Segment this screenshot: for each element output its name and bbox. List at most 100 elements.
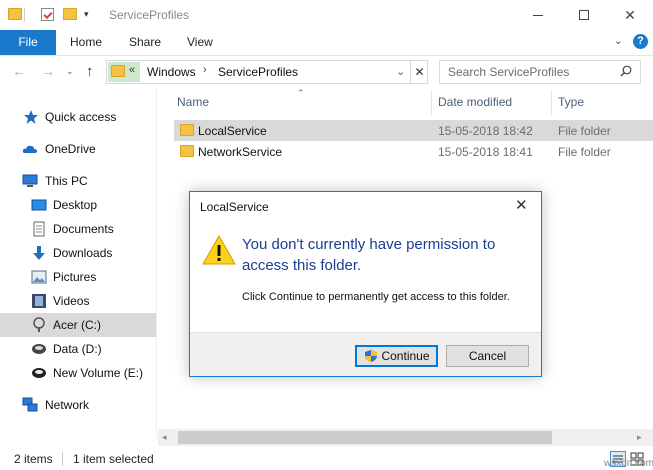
pane-divider[interactable] (156, 88, 157, 438)
address-clear-button[interactable]: ✕ (410, 61, 428, 83)
table-row[interactable]: NetworkService 15-05-2018 18:41 File fol… (174, 141, 653, 162)
folder-icon (111, 65, 125, 77)
ribbon-tabs: File Home Share View ⌄ ? (0, 30, 653, 56)
table-row[interactable]: LocalService 15-05-2018 18:42 File folde… (174, 120, 653, 141)
breadcrumb-serviceprofiles[interactable]: ServiceProfiles (218, 65, 298, 79)
quick-access-toolbar-dropdown[interactable]: ▾ (84, 9, 89, 20)
sidebar-item-label: Data (D:) (53, 342, 102, 356)
column-header-name[interactable]: Name (177, 95, 209, 109)
column-header-type[interactable]: Type (558, 95, 584, 109)
file-date-modified: 15-05-2018 18:41 (438, 145, 533, 159)
status-divider (62, 452, 63, 466)
sidebar-item-label: Videos (53, 294, 90, 308)
sidebar-item-label: New Volume (E:) (53, 366, 144, 380)
forward-button[interactable]: → (41, 63, 55, 79)
sidebar-item-label: Desktop (53, 198, 98, 212)
computer-icon (22, 174, 38, 187)
network-icon (22, 397, 38, 412)
address-bar[interactable]: « Windows › ServiceProfiles ⌄ ✕ (106, 60, 428, 84)
dialog-heading: You don't currently have permission to a… (242, 236, 496, 274)
drive-icon (32, 344, 46, 354)
sidebar-item-desktop[interactable]: Desktop (0, 193, 157, 217)
maximize-button[interactable] (561, 0, 607, 30)
tab-share[interactable]: Share (129, 30, 161, 55)
cancel-button[interactable]: Cancel (446, 345, 529, 367)
file-type: File folder (558, 145, 611, 159)
desktop-icon (31, 199, 47, 211)
videos-icon (32, 294, 46, 308)
folder-icon (8, 8, 22, 20)
breadcrumb-windows[interactable]: Windows (147, 65, 196, 79)
address-dropdown-icon[interactable]: ⌄ (396, 65, 405, 78)
sidebar-item-label: Acer (C:) (53, 318, 101, 332)
breadcrumb-separator-icon[interactable]: › (203, 64, 207, 76)
sidebar-item-network[interactable]: Network (0, 393, 157, 417)
new-folder-icon[interactable] (63, 8, 77, 20)
selection-count: 1 item selected (73, 452, 154, 466)
sidebar-item-label: Quick access (45, 110, 117, 124)
watermark: wsxdn.com (604, 458, 653, 469)
drive-icon (33, 317, 45, 332)
sidebar-item-this-pc[interactable]: This PC (0, 169, 157, 193)
sidebar-item-pictures[interactable]: Pictures (0, 265, 157, 289)
toolbar-divider (24, 8, 25, 22)
sidebar-item-label: This PC (45, 174, 88, 188)
sidebar-item-quick-access[interactable]: Quick access (0, 105, 157, 129)
title-bar: ▾ ServiceProfiles ✕ (0, 0, 653, 30)
documents-icon (33, 221, 45, 237)
file-type: File folder (558, 124, 611, 138)
warning-icon (202, 234, 236, 265)
column-divider[interactable] (431, 90, 432, 116)
horizontal-scrollbar[interactable]: ◂ ▸ (158, 429, 653, 446)
column-divider[interactable] (551, 90, 552, 116)
help-icon[interactable]: ? (633, 34, 648, 49)
sidebar-item-downloads[interactable]: Downloads (0, 241, 157, 265)
minimize-button[interactable] (515, 0, 561, 30)
tab-file[interactable]: File (0, 30, 56, 55)
status-bar: 2 items 1 item selected (0, 448, 653, 470)
sidebar-item-label: Documents (53, 222, 114, 236)
window-title: ServiceProfiles (109, 8, 190, 22)
continue-button[interactable]: Continue (355, 345, 438, 367)
recent-locations-dropdown[interactable]: ⌄ (66, 66, 74, 77)
sidebar-item-videos[interactable]: Videos (0, 289, 157, 313)
sidebar-item-onedrive[interactable]: OneDrive (0, 137, 157, 161)
search-input[interactable]: Search ServiceProfiles (439, 60, 641, 84)
search-placeholder: Search ServiceProfiles (448, 65, 570, 79)
column-header-date-modified[interactable]: Date modified (438, 95, 512, 109)
expand-ribbon-icon[interactable]: ⌄ (614, 36, 622, 47)
scrollbar-thumb[interactable] (178, 431, 552, 444)
maximize-icon (579, 10, 589, 20)
navigation-pane: Quick access OneDrive This PC Desktop Do… (0, 88, 157, 438)
address-folder-icon (108, 62, 140, 82)
sidebar-item-label: Pictures (53, 270, 97, 284)
navigation-bar: ← → ⌄ ↑ « Windows › ServiceProfiles ⌄ ✕ … (0, 56, 653, 88)
sidebar-item-label: OneDrive (45, 142, 96, 156)
sidebar-item-acer-c[interactable]: Acer (C:) (0, 313, 157, 337)
search-icon[interactable] (620, 65, 632, 77)
item-count: 2 items (14, 452, 53, 466)
sidebar-item-new-volume-e[interactable]: New Volume (E:) (0, 361, 157, 385)
tab-view[interactable]: View (187, 30, 213, 55)
file-name: LocalService (198, 124, 267, 138)
drive-icon (32, 368, 46, 378)
tab-home[interactable]: Home (70, 30, 102, 55)
folder-icon (180, 124, 194, 136)
permission-dialog: LocalService ✕ You don't currently have … (189, 191, 542, 377)
close-window-button[interactable]: ✕ (607, 0, 653, 30)
download-icon (33, 246, 45, 260)
scroll-left-arrow-icon[interactable]: ◂ (162, 432, 167, 443)
properties-icon[interactable] (41, 8, 54, 21)
star-icon (24, 110, 38, 124)
sidebar-item-documents[interactable]: Documents (0, 217, 157, 241)
up-button[interactable]: ↑ (86, 63, 94, 80)
scroll-right-arrow-icon[interactable]: ▸ (637, 432, 642, 443)
hidden-locations-chevron[interactable]: « (129, 64, 135, 76)
pictures-icon (31, 270, 47, 284)
close-icon: ✕ (624, 6, 636, 23)
back-button[interactable]: ← (12, 63, 26, 79)
sidebar-item-label: Network (45, 398, 90, 412)
sidebar-item-label: Downloads (53, 246, 113, 260)
dialog-close-button[interactable]: ✕ (515, 196, 528, 214)
sidebar-item-data-d[interactable]: Data (D:) (0, 337, 157, 361)
